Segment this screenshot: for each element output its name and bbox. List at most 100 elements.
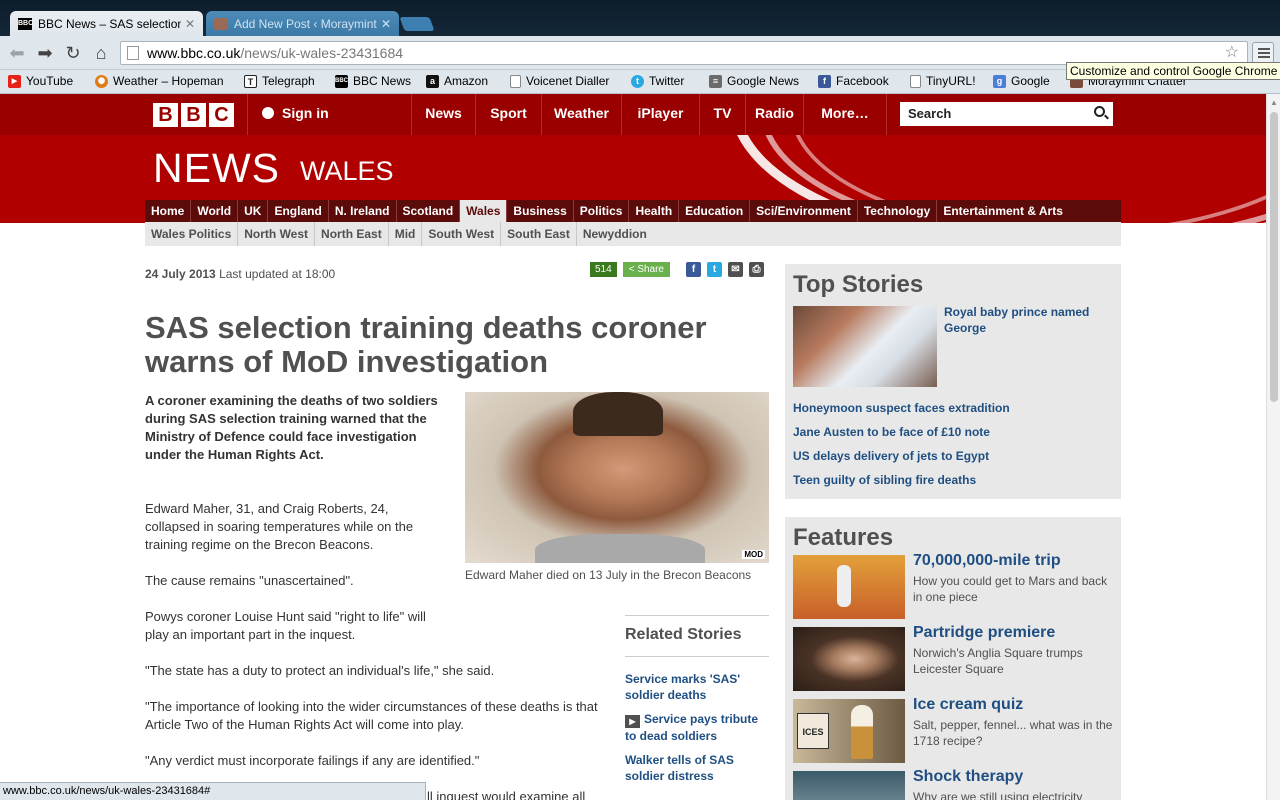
twitter-icon: t (631, 74, 644, 88)
bookmark-bbc-news[interactable]: BBC BBC News (335, 74, 411, 88)
feature-item[interactable]: Shock therapy Why are we still using ele… (793, 768, 1113, 800)
bookmark-voicenet[interactable]: Voicenet Dialler (510, 74, 609, 88)
telegraph-icon: T (244, 74, 257, 88)
nav-home[interactable]: Home (145, 200, 192, 222)
tab-add-new-post[interactable]: Add New Post ‹ Moraymint ✕ (206, 11, 399, 36)
feature-desc: Norwich's Anglia Square trumps Leicester… (913, 646, 1083, 676)
top-story-link[interactable]: Teen guilty of sibling fire deaths (793, 473, 976, 487)
url-host: www.bbc.co.uk (147, 45, 241, 61)
gnav-sport[interactable]: Sport (475, 94, 541, 135)
close-tab-icon[interactable]: ✕ (381, 17, 391, 31)
search-input[interactable]: Search (900, 102, 1113, 126)
tab-title: Add New Post ‹ Moraymint (234, 16, 377, 31)
related-link[interactable]: Walker tells of SAS soldier distress (625, 752, 769, 784)
bookmark-twitter[interactable]: t Twitter (631, 74, 684, 88)
nav-politics[interactable]: Politics (574, 200, 630, 222)
video-play-icon: ▶ (625, 715, 640, 728)
article-paragraph: "Any verdict must incorporate failings i… (145, 753, 480, 768)
bookmark-weather[interactable]: ✺ Weather – Hopeman (95, 74, 224, 88)
bookmark-telegraph[interactable]: T Telegraph (244, 74, 315, 88)
subnav-newyddion[interactable]: Newyddion (577, 222, 653, 246)
nav-uk[interactable]: UK (238, 200, 269, 222)
moraymint-favicon-icon (214, 17, 228, 30)
tab-bbc-news[interactable]: BBC BBC News – SAS selection t ✕ (10, 11, 203, 36)
bbc-logo[interactable]: BBC (153, 103, 234, 127)
nav-n-ireland[interactable]: N. Ireland (329, 200, 397, 222)
page-scrollbar[interactable]: ▲ (1266, 94, 1280, 800)
forward-arrow-icon[interactable]: ➡ (34, 42, 56, 64)
nav-business[interactable]: Business (507, 200, 574, 222)
top-story-lead-link[interactable]: Royal baby prince named George (944, 304, 1114, 336)
subnav-north-east[interactable]: North East (315, 222, 389, 246)
nav-education[interactable]: Education (679, 200, 751, 222)
subnav-south-east[interactable]: South East (501, 222, 577, 246)
scrollbar-thumb[interactable] (1270, 112, 1278, 402)
home-icon[interactable]: ⌂ (90, 42, 112, 64)
article-paragraph: The cause remains "unascertained". (145, 573, 354, 588)
bbc-global-bar: BBC Sign in News Sport Weather iPlayer T… (0, 94, 1266, 135)
news-title[interactable]: NEWS (153, 145, 280, 192)
twitter-icon[interactable]: t (707, 262, 722, 277)
search-icon[interactable] (1094, 106, 1105, 117)
article-paragraph: ll inquest would examine all (427, 789, 586, 800)
email-icon[interactable]: ✉ (728, 262, 743, 277)
subnav-wales-politics[interactable]: Wales Politics (145, 222, 239, 246)
nav-england[interactable]: England (268, 200, 329, 222)
feature-item[interactable]: ICES Ice cream quiz Salt, pepper, fennel… (793, 696, 1113, 763)
nav-sci-environment[interactable]: Sci/Environment (750, 200, 858, 222)
article-paragraph: "The importance of looking into the wide… (145, 699, 598, 732)
gnav-radio[interactable]: Radio (745, 94, 803, 135)
gnav-weather[interactable]: Weather (541, 94, 621, 135)
reload-icon[interactable]: ↻ (62, 42, 84, 64)
top-story-image[interactable] (793, 306, 937, 387)
scroll-up-icon[interactable]: ▲ (1270, 98, 1278, 107)
bookmark-google[interactable]: g Google (993, 74, 1050, 88)
feature-item[interactable]: Partridge premiere Norwich's Anglia Squa… (793, 624, 1113, 691)
local-nav: Home World UK England N. Ireland Scotlan… (145, 200, 1121, 222)
page-icon (510, 74, 521, 88)
share-button[interactable]: < Share (622, 262, 670, 277)
subnav-north-west[interactable]: North West (238, 222, 316, 246)
nav-health[interactable]: Health (629, 200, 680, 222)
gnav-tv[interactable]: TV (699, 94, 745, 135)
top-story-link[interactable]: Jane Austen to be face of £10 note (793, 425, 990, 439)
bookmark-amazon[interactable]: a Amazon (426, 74, 488, 88)
facebook-icon[interactable]: f (686, 262, 701, 277)
top-story-link[interactable]: US delays delivery of jets to Egypt (793, 449, 989, 463)
feature-item[interactable]: 70,000,000-mile trip How you could get t… (793, 552, 1113, 619)
related-link[interactable]: ▶ Service pays tribute to dead soldiers (625, 711, 769, 744)
bookmark-tinyurl[interactable]: TinyURL! (910, 74, 976, 88)
related-stories-title: Related Stories (625, 616, 769, 657)
back-arrow-icon[interactable]: ⬅ (6, 42, 28, 64)
bookmark-youtube[interactable]: ▶ YouTube (8, 74, 73, 88)
print-icon[interactable]: ⎙ (749, 262, 764, 277)
new-tab-button[interactable] (399, 17, 435, 31)
sign-in-link[interactable]: Sign in (247, 94, 411, 135)
top-story-link[interactable]: Honeymoon suspect faces extradition (793, 401, 1010, 415)
gnav-more[interactable]: More… (803, 94, 887, 135)
chrome-menu-button[interactable] (1252, 42, 1274, 64)
gnav-news[interactable]: News (411, 94, 475, 135)
bookmark-facebook[interactable]: f Facebook (818, 74, 889, 88)
nav-wales[interactable]: Wales (460, 200, 508, 222)
status-bar-url: www.bbc.co.uk/news/uk-wales-23431684# (0, 782, 426, 800)
page-icon (910, 74, 921, 88)
subnav-south-west[interactable]: South West (422, 222, 502, 246)
nav-scotland[interactable]: Scotland (397, 200, 461, 222)
related-link[interactable]: Service marks 'SAS' soldier deaths (625, 671, 769, 703)
web-page: BBC Sign in News Sport Weather iPlayer T… (0, 94, 1266, 800)
article-paragraph: Powys coroner Louise Hunt said "right to… (145, 609, 426, 642)
url-path: /news/uk-wales-23431684 (240, 45, 404, 61)
bookmark-star-icon[interactable]: ☆ (1225, 42, 1239, 64)
feature-image (793, 555, 905, 619)
nav-entertainment-arts[interactable]: Entertainment & Arts (937, 200, 1069, 222)
feature-title: 70,000,000-mile trip (913, 552, 1061, 569)
nav-world[interactable]: World (191, 200, 239, 222)
article-paragraph: "The state has a duty to protect an indi… (145, 663, 495, 678)
bookmark-google-news[interactable]: ≡ Google News (709, 74, 799, 88)
gnav-iplayer[interactable]: iPlayer (621, 94, 699, 135)
subnav-mid[interactable]: Mid (389, 222, 423, 246)
nav-technology[interactable]: Technology (858, 200, 938, 222)
article-headline: SAS selection training deaths coroner wa… (145, 310, 707, 379)
close-tab-icon[interactable]: ✕ (185, 17, 195, 31)
